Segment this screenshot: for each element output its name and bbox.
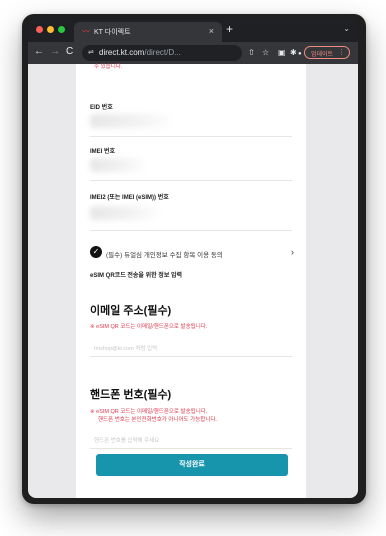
tab-strip: 〰 KT 다이렉트 × + ⌄ xyxy=(28,18,358,42)
close-window-button[interactable] xyxy=(36,26,43,33)
agreement-label[interactable]: (필수) 듀얼심 개인정보 수집 항목 이용 동의 xyxy=(106,249,223,259)
phone-input[interactable]: 핸드폰 번호를 입력해 주세요 xyxy=(94,436,159,444)
imei2-label: IMEI2 (또는 IMEI (eSIM)) 번호 xyxy=(90,195,169,201)
browser-toolbar: ← → C ⇌ direct.kt.com/direct/D... ⇧ ☆ ▣ … xyxy=(28,42,358,64)
email-input[interactable]: Imshop@kt.com 처럼 입력 xyxy=(94,344,157,352)
esim-form-page: 수 있습니다. EID 번호 IMEI 번호 IMEI2 (또는 IMEI (e… xyxy=(76,64,306,498)
reload-button[interactable]: C xyxy=(66,46,73,58)
back-button[interactable]: ← xyxy=(34,46,44,58)
url-path: /direct/D... xyxy=(144,48,181,57)
url-text: direct.kt.com/direct/D... xyxy=(99,48,181,57)
eid-value-blurred xyxy=(90,114,176,128)
maximize-window-button[interactable] xyxy=(58,26,65,33)
forward-button[interactable]: → xyxy=(50,46,60,58)
email-notice: ※ eSIM QR 코드는 이메일/핸드폰으로 발송됩니다. xyxy=(90,324,208,330)
new-tab-button[interactable]: + xyxy=(226,23,233,35)
divider xyxy=(90,230,292,231)
profile-avatar-icon[interactable]: ● xyxy=(298,49,302,59)
share-icon[interactable]: ⇧ xyxy=(248,48,255,58)
browser-window: 〰 KT 다이렉트 × + ⌄ ← → C ⇌ direct.kt.com/di… xyxy=(28,18,358,498)
kt-favicon-icon: 〰 xyxy=(82,27,90,36)
phone-input-underline xyxy=(90,448,292,449)
extension-icon[interactable]: ▣ xyxy=(278,48,286,58)
tab-search-icon[interactable]: ⌄ xyxy=(343,24,350,33)
submit-button[interactable]: 작성완료 xyxy=(96,454,288,476)
eid-label: EID 번호 xyxy=(90,105,113,111)
browser-tab-active[interactable]: 〰 KT 다이렉트 × xyxy=(74,22,222,42)
tab-title: KT 다이렉트 xyxy=(94,29,131,36)
update-button[interactable]: 업데이트 ⋮ xyxy=(304,46,350,59)
clipped-notice-text: 수 있습니다. xyxy=(94,64,123,70)
chevron-right-icon[interactable]: › xyxy=(291,247,294,257)
more-menu-icon[interactable]: ⋮ xyxy=(338,48,345,56)
agreement-checkbox[interactable]: ✓ xyxy=(90,246,102,258)
page-viewport: 수 있습니다. EID 번호 IMEI 번호 IMEI2 (또는 IMEI (e… xyxy=(28,64,358,498)
email-section-title: 이메일 주소(필수) xyxy=(90,305,172,317)
minimize-window-button[interactable] xyxy=(47,26,54,33)
imei2-value-blurred xyxy=(90,206,162,220)
bookmark-star-icon[interactable]: ☆ xyxy=(262,48,269,58)
extensions-puzzle-icon[interactable]: ✱ xyxy=(290,48,297,58)
address-bar[interactable]: ⇌ direct.kt.com/direct/D... xyxy=(82,45,242,61)
email-input-underline xyxy=(90,356,292,357)
phone-section-title: 핸드폰 번호(필수) xyxy=(90,389,172,401)
site-info-icon[interactable]: ⇌ xyxy=(88,48,94,56)
update-label: 업데이트 xyxy=(311,52,334,58)
divider xyxy=(90,136,292,137)
phone-notice-line1: ※ eSIM QR 코드는 이메일/핸드폰으로 발송됩니다. xyxy=(90,409,208,415)
divider xyxy=(90,180,292,181)
imei-value-blurred xyxy=(90,158,148,172)
phone-notice-line2: 핸드폰 번호는 본인전화번호가 아니어도 가능합니다. xyxy=(98,417,217,423)
tab-close-button[interactable]: × xyxy=(209,26,214,36)
esim-info-heading: eSIM QR코드 전송을 위한 정보 입력 xyxy=(90,273,183,279)
url-domain: direct.kt.com xyxy=(99,48,145,57)
imei-label: IMEI 번호 xyxy=(90,149,116,155)
